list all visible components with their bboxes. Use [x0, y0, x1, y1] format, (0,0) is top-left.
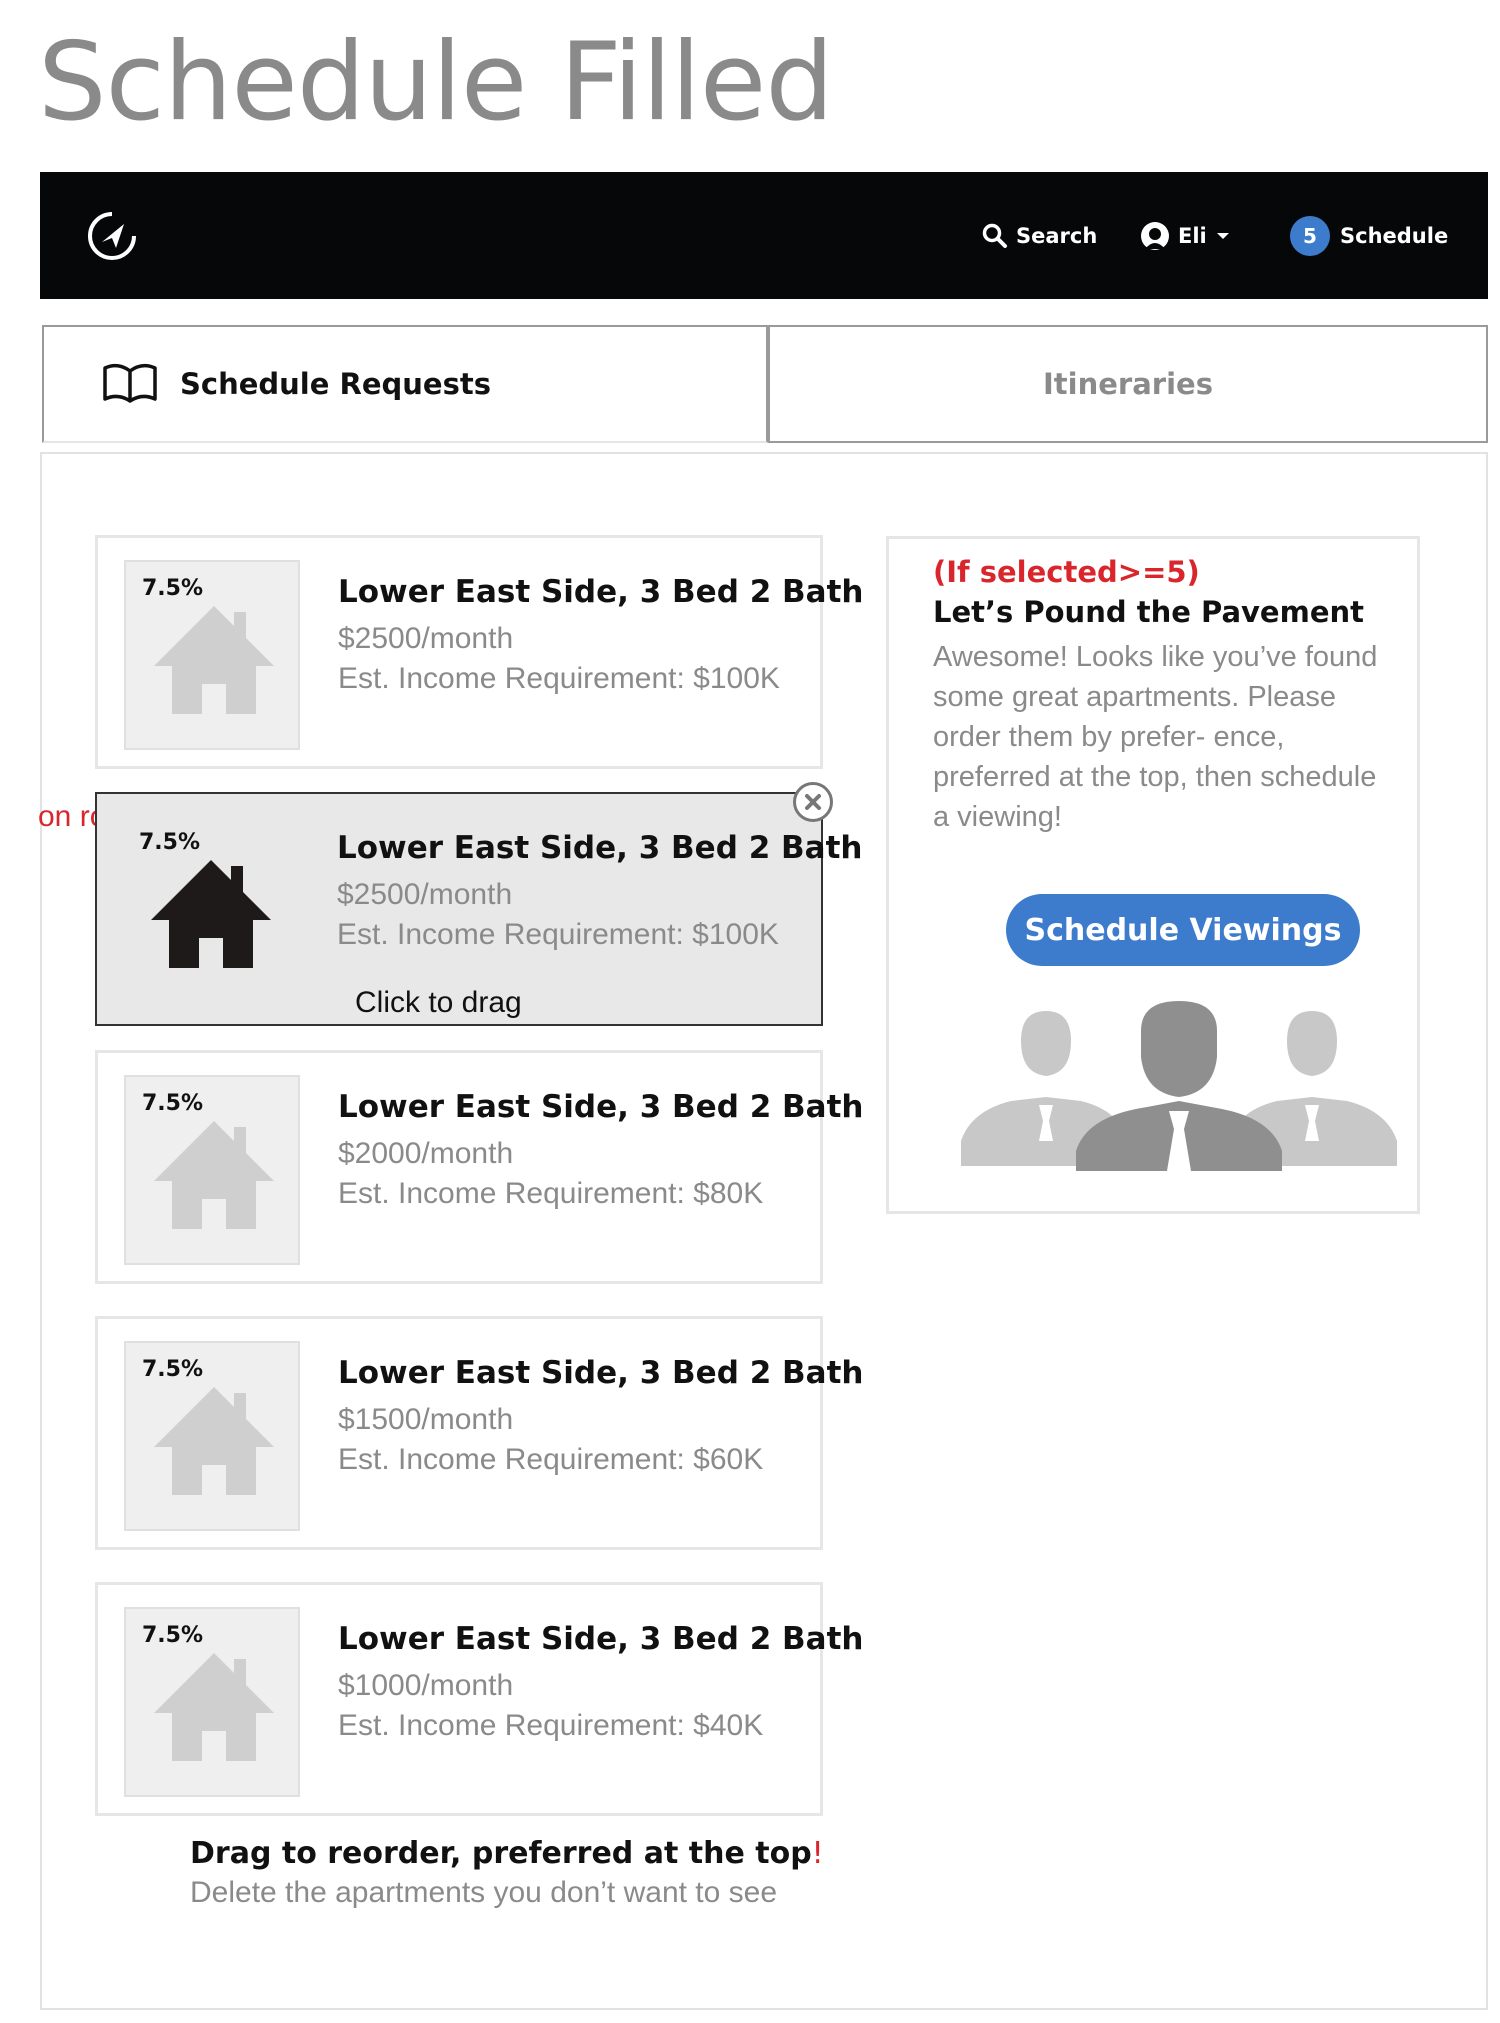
reorder-instructions-accent: ! [811, 1836, 824, 1871]
user-menu-button[interactable]: Eli [1140, 212, 1229, 260]
delete-instructions: Delete the apartments you don’t want to … [190, 1876, 778, 1909]
tab-itineraries[interactable]: Itineraries [768, 325, 1488, 443]
reorder-instructions-text: Drag to reorder, preferred at the top [190, 1836, 812, 1871]
schedule-viewings-button[interactable]: Schedule Viewings [1006, 894, 1360, 966]
prompt-body: Awesome! Looks like you’ve found some gr… [933, 641, 1378, 833]
house-icon [154, 1121, 274, 1229]
listing-income: Est. Income Requirement: $100K [338, 662, 780, 695]
search-nav-button[interactable]: Search [982, 212, 1097, 260]
tab-label: Schedule Requests [180, 367, 491, 401]
chevron-down-icon [1216, 233, 1229, 239]
search-label: Search [1016, 224, 1098, 248]
schedule-count-badge: 5 [1290, 216, 1330, 256]
listing-card[interactable]: 7.5% Lower East Side, 3 Bed 2 Bath $2500… [95, 535, 864, 769]
reorder-instructions: Drag to reorder, preferred at the top! [190, 1836, 824, 1871]
page-title: Schedule Filled [38, 20, 834, 145]
listing-price: $1000/month [338, 1669, 514, 1702]
listing-card[interactable]: 7.5% Lower East Side, 3 Bed 2 Bath $2000… [95, 1050, 864, 1284]
listing-title: Lower East Side, 3 Bed 2 Bath [337, 830, 863, 866]
listing-income: Est. Income Requirement: $100K [337, 918, 779, 951]
listing-income: Est. Income Requirement: $80K [338, 1177, 764, 1210]
house-icon [154, 1653, 274, 1761]
drag-hint: Click to drag [355, 986, 522, 1019]
listing-card[interactable]: 7.5% Lower East Side, 3 Bed 2 Bath $1000… [95, 1582, 864, 1816]
compass-logo-icon[interactable] [84, 208, 140, 264]
tab-label: Itineraries [1043, 367, 1213, 401]
house-icon [154, 1387, 274, 1495]
search-icon [982, 223, 1007, 248]
listing-income: Est. Income Requirement: $40K [338, 1709, 764, 1742]
listing-title: Lower East Side, 3 Bed 2 Bath [338, 1355, 864, 1391]
listing-thumbnail: 7.5% [124, 1607, 300, 1797]
listing-price: $2500/month [337, 878, 513, 911]
listing-title: Lower East Side, 3 Bed 2 Bath [338, 574, 864, 610]
schedule-label: Schedule [1340, 224, 1449, 248]
tab-schedule-requests[interactable]: Schedule Requests [42, 325, 768, 443]
house-icon [154, 606, 274, 714]
listing-title: Lower East Side, 3 Bed 2 Bath [338, 1621, 864, 1657]
prompt-heading: Let’s Pound the Pavement [933, 595, 1364, 629]
listing-card-hover[interactable]: 7.5% Lower East Side, 3 Bed 2 Bath $2500… [95, 782, 863, 1026]
user-avatar-icon [1141, 222, 1169, 250]
listing-price: $1500/month [338, 1403, 514, 1436]
people-group-icon [961, 1001, 1397, 1171]
user-name: Eli [1178, 224, 1207, 248]
listing-income: Est. Income Requirement: $60K [338, 1443, 764, 1476]
listing-thumbnail: 7.5% [124, 560, 300, 750]
listing-price: $2500/month [338, 622, 514, 655]
close-icon [805, 794, 821, 810]
condition-annotation: (If selected>=5) [933, 555, 1200, 589]
listing-thumbnail: 7.5% [124, 1075, 300, 1265]
schedule-nav-button[interactable]: 5 Schedule [1290, 212, 1448, 260]
house-icon [151, 860, 271, 968]
close-button[interactable] [793, 782, 833, 822]
listing-thumbnail: 7.5% [124, 1341, 300, 1531]
listing-title: Lower East Side, 3 Bed 2 Bath [338, 1089, 864, 1125]
listing-card[interactable]: 7.5% Lower East Side, 3 Bed 2 Bath $1500… [95, 1316, 864, 1550]
listing-thumbnail: 7.5% [123, 816, 299, 1006]
schedule-prompt-card: (If selected>=5) Let’s Pound the Pavemen… [886, 536, 1420, 1214]
open-book-icon [103, 363, 157, 403]
listing-price: $2000/month [338, 1137, 514, 1170]
top-navigation-bar: Search Eli 5 Schedule [40, 172, 1488, 299]
